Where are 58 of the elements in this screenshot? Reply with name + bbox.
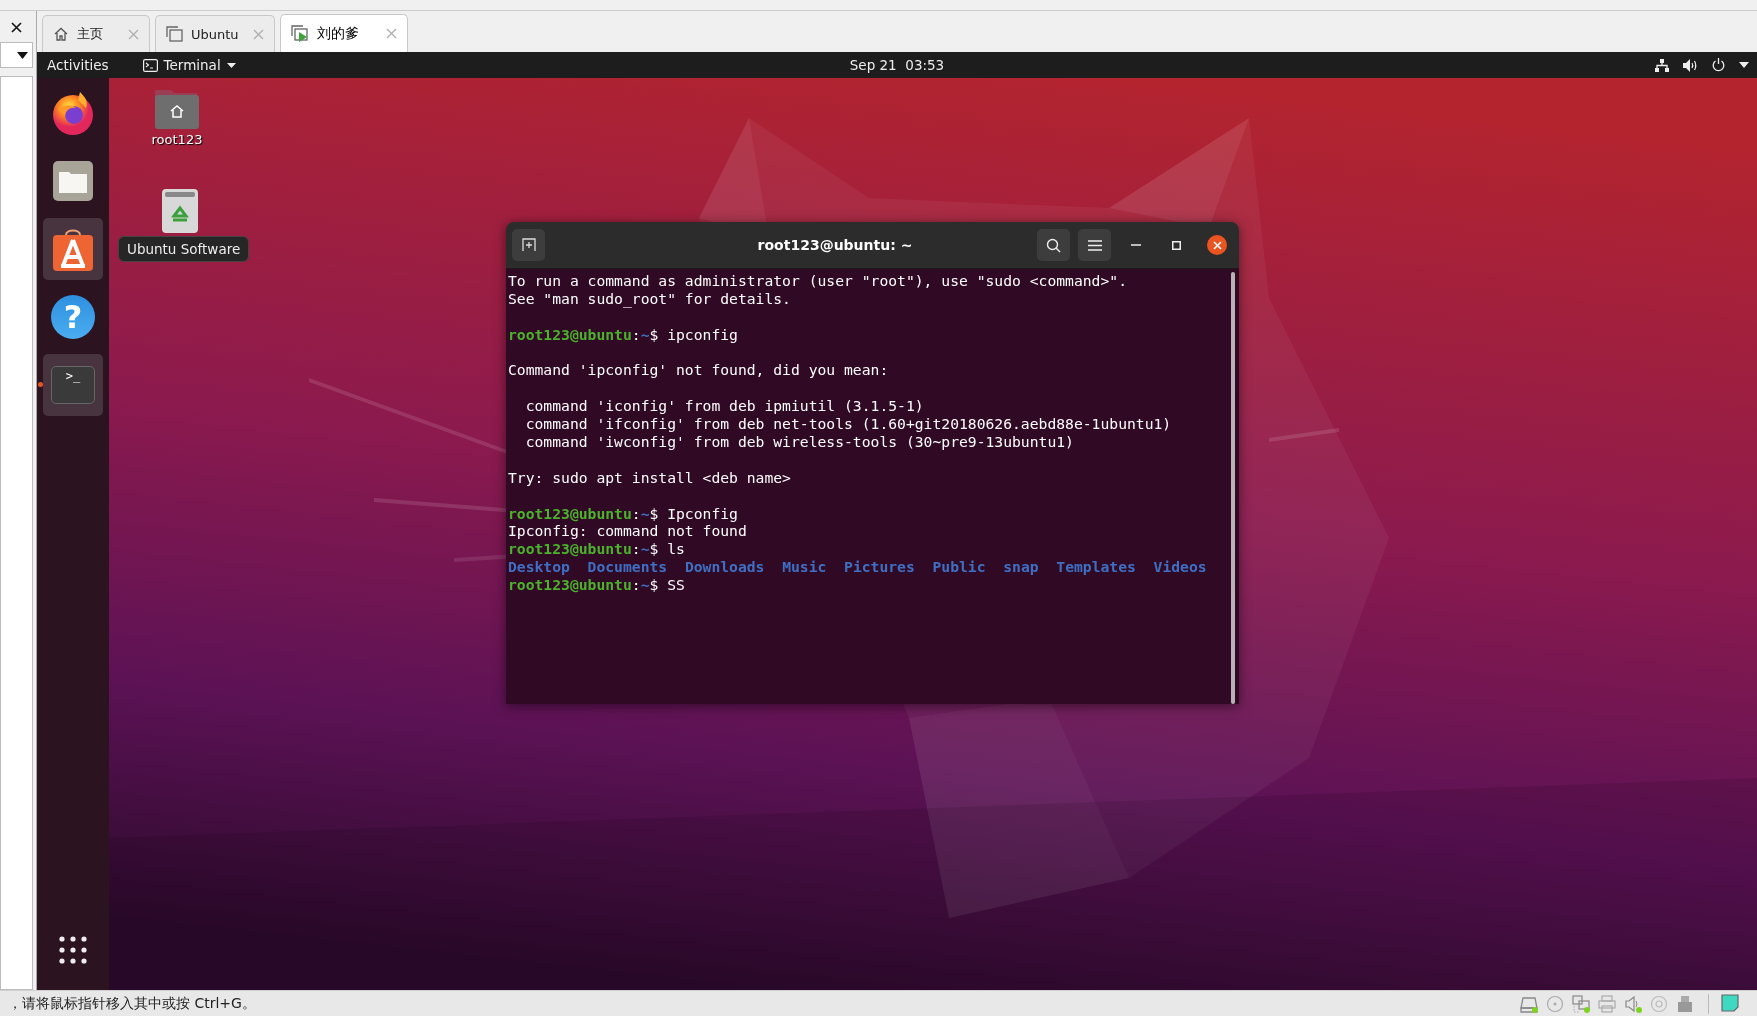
new-tab-icon [521, 238, 536, 252]
tab-label: Ubuntu [191, 26, 240, 42]
activities-button[interactable]: Activities [47, 57, 109, 73]
terminal-line: root123@ubuntu:~$ ls [508, 540, 686, 559]
flame-globe-icon [50, 90, 96, 136]
window-title: root123@ubuntu: ~ [756, 237, 914, 253]
trash-icon [161, 188, 199, 234]
search-icon [1046, 237, 1061, 253]
maximize-icon [1172, 240, 1181, 250]
windows-play-icon [291, 25, 309, 42]
clock[interactable]: Sep 21 03:53 [849, 57, 945, 73]
vm-tab[interactable]: 刘的爹 [280, 14, 408, 52]
close-icon [11, 21, 22, 33]
network-icon[interactable] [1655, 58, 1669, 72]
terminal-line: command 'ifconfig' from deb net-tools (1.60+git20180626.aebd88e-1ubuntu1) [524, 415, 1173, 433]
caret-icon [17, 51, 28, 59]
search-button[interactable] [1037, 229, 1070, 261]
status-message: ，请将鼠标指针移入其中或按 Ctrl+G。 [8, 994, 257, 1013]
terminal-line: Desktop Documents Downloads Music Pictures Public snap Templates Videos [508, 558, 1208, 577]
close-button[interactable] [1207, 235, 1227, 255]
tab-label: 刘的爹 [317, 24, 360, 43]
folder-icon [52, 160, 94, 202]
icon-label: root123 [151, 132, 203, 147]
terminal-line: root123@ubuntu:~$ SS [508, 576, 686, 595]
dock-button[interactable] [43, 218, 103, 280]
home-icon [53, 26, 69, 42]
terminal-icon [142, 58, 158, 72]
menu-icon [1087, 239, 1102, 251]
terminal-line: root123@ubuntu:~$ Ipconfig [508, 504, 739, 523]
new-tab-button[interactable] [512, 229, 545, 261]
vm-tab[interactable]: Ubuntu [155, 15, 275, 52]
scrollbar[interactable] [1231, 272, 1235, 704]
terminal-line: Try: sudo apt install <deb name> [508, 468, 792, 487]
app-menu[interactable]: Terminal [142, 57, 236, 73]
menu-button[interactable] [1078, 229, 1111, 261]
caret-icon [226, 62, 236, 68]
windows-icon [166, 26, 183, 42]
vm-tab[interactable]: 主页 [42, 15, 150, 52]
terminal-line: command 'iwconfig' from deb wireless-tools (30~pre9-13ubuntu1) [524, 433, 1075, 451]
terminal-line: Command 'ipconfig' not found, did you mean: [508, 361, 890, 380]
tab-label: 主页 [77, 25, 104, 43]
dropdown[interactable] [0, 42, 33, 68]
terminal-line: Ipconfig: command not found [508, 522, 748, 541]
power-icon[interactable] [1712, 58, 1725, 72]
dock-button[interactable]: >_ [43, 354, 103, 416]
terminal-icon: >_ [51, 366, 95, 404]
help-icon: ? [51, 295, 95, 339]
terminal-line: root123@ubuntu:~$ ipconfig [508, 325, 739, 344]
caret-icon[interactable] [1739, 62, 1749, 68]
volume-icon[interactable] [1683, 58, 1698, 72]
tooltip: Ubuntu Software [118, 236, 250, 262]
close-icon [1212, 240, 1222, 250]
grid-icon [58, 935, 88, 965]
minimize-icon [1130, 244, 1141, 246]
terminal-line: command 'iconfig' from deb ipmiutil (3.1.5-1) [524, 397, 925, 416]
terminal-line: See "man sudo_root" for details. [508, 289, 792, 308]
terminal-line: To run a command as administrator (user "root"), use "sudo <command>". [508, 272, 1128, 290]
sticky-note-icon[interactable] [1721, 993, 1741, 1014]
